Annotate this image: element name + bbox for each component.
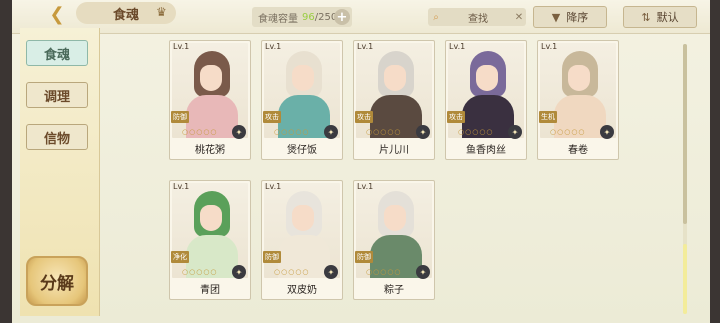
character-name: 桃花粥 xyxy=(195,145,225,156)
character-art xyxy=(172,183,248,278)
character-portrait xyxy=(448,43,524,138)
swap-icon: ⇅ xyxy=(641,10,651,24)
character-name: 粽子 xyxy=(384,285,404,296)
scrollbar[interactable] xyxy=(683,44,687,314)
character-portrait xyxy=(356,183,432,278)
character-art xyxy=(264,43,340,138)
clear-icon[interactable]: ✕ xyxy=(512,12,526,23)
element-badge-icon: ✦ xyxy=(416,125,430,139)
sort-order-button[interactable]: ▼ 降序 xyxy=(533,6,607,28)
star-rating: ○○○○○ xyxy=(458,128,494,136)
role-tag: 攻击 xyxy=(355,111,373,123)
element-badge-icon: ✦ xyxy=(232,265,246,279)
level-label: Lv.1 xyxy=(173,42,190,51)
sort-down-icon: ▼ xyxy=(551,10,561,24)
character-portrait xyxy=(264,183,340,278)
role-tag: 防御 xyxy=(171,111,189,123)
star-rating: ○○○○○ xyxy=(274,268,310,276)
tab-food-soul[interactable]: 食魂 xyxy=(26,40,88,66)
character-name: 煲仔饭 xyxy=(287,145,317,156)
role-tag: 攻击 xyxy=(263,111,281,123)
role-tag: 防御 xyxy=(355,251,373,263)
star-rating: ○○○○○ xyxy=(274,128,310,136)
character-name: 春卷 xyxy=(568,145,588,156)
level-label: Lv.1 xyxy=(173,182,190,191)
star-rating: ○○○○○ xyxy=(366,128,402,136)
level-label: Lv.1 xyxy=(357,42,374,51)
level-label: Lv.1 xyxy=(449,42,466,51)
character-card[interactable]: Lv.1 攻击 ○○○○○ ✦ 片儿川 xyxy=(353,40,435,160)
element-badge-icon: ✦ xyxy=(416,265,430,279)
sort-mode-label: 默认 xyxy=(656,11,679,24)
character-portrait xyxy=(264,43,340,138)
top-bar: ❮ 食魂 ♛ 食魂容量 96 / 250 + ⌕ 查找 ✕ ▼ 降序 ⇅ 默认 xyxy=(12,0,710,34)
character-name: 鱼香肉丝 xyxy=(466,145,506,156)
search-placeholder: 查找 xyxy=(468,13,488,25)
character-card[interactable]: Lv.1 防御 ○○○○○ ✦ 粽子 xyxy=(353,180,435,300)
sort-order-label: 降序 xyxy=(566,11,589,24)
sort-mode-button[interactable]: ⇅ 默认 xyxy=(623,6,697,28)
role-tag: 净化 xyxy=(171,251,189,263)
character-art xyxy=(448,43,524,138)
crown-icon[interactable]: ♛ xyxy=(156,5,172,19)
capacity-current: 96 xyxy=(302,11,315,23)
element-badge-icon: ✦ xyxy=(232,125,246,139)
search-icon: ⌕ xyxy=(433,11,439,23)
character-name: 双皮奶 xyxy=(287,285,317,296)
element-badge-icon: ✦ xyxy=(508,125,522,139)
search-input[interactable]: ⌕ 查找 ✕ xyxy=(428,8,526,26)
element-badge-icon: ✦ xyxy=(600,125,614,139)
character-card[interactable]: Lv.1 生机 ○○○○○ ✦ 春卷 xyxy=(537,40,619,160)
star-rating: ○○○○○ xyxy=(550,128,586,136)
role-tag: 防御 xyxy=(263,251,281,263)
character-portrait xyxy=(540,43,616,138)
scrollbar-highlight xyxy=(683,244,687,314)
character-portrait xyxy=(172,43,248,138)
character-card[interactable]: Lv.1 净化 ○○○○○ ✦ 青团 xyxy=(169,180,251,300)
back-button[interactable]: ❮ xyxy=(42,2,72,26)
left-frame xyxy=(0,0,12,323)
capacity-display: 食魂容量 96 / 250 + xyxy=(252,7,352,27)
tab-tokens[interactable]: 信物 xyxy=(26,124,88,150)
character-card[interactable]: Lv.1 攻击 ○○○○○ ✦ 煲仔饭 xyxy=(261,40,343,160)
role-tag: 攻击 xyxy=(447,111,465,123)
character-name: 青团 xyxy=(200,285,220,296)
character-card[interactable]: Lv.1 防御 ○○○○○ ✦ 双皮奶 xyxy=(261,180,343,300)
character-portrait xyxy=(356,43,432,138)
character-art xyxy=(172,43,248,138)
right-frame xyxy=(710,0,720,323)
tab-conditioning[interactable]: 调理 xyxy=(26,82,88,108)
decompose-button[interactable]: 分解 xyxy=(26,256,88,306)
element-badge-icon: ✦ xyxy=(324,265,338,279)
level-label: Lv.1 xyxy=(357,182,374,191)
level-label: Lv.1 xyxy=(265,182,282,191)
back-arrow-icon: ❮ xyxy=(49,3,65,25)
character-art xyxy=(540,43,616,138)
character-art xyxy=(356,183,432,278)
element-badge-icon: ✦ xyxy=(324,125,338,139)
character-name: 片儿川 xyxy=(379,145,409,156)
star-rating: ○○○○○ xyxy=(366,268,402,276)
star-rating: ○○○○○ xyxy=(182,128,218,136)
character-card[interactable]: Lv.1 攻击 ○○○○○ ✦ 鱼香肉丝 xyxy=(445,40,527,160)
scrollbar-thumb[interactable] xyxy=(683,44,687,224)
capacity-label: 食魂容量 xyxy=(258,13,298,25)
character-portrait xyxy=(172,183,248,278)
character-art xyxy=(356,43,432,138)
character-art xyxy=(264,183,340,278)
add-capacity-button[interactable]: + xyxy=(334,9,350,25)
star-rating: ○○○○○ xyxy=(182,268,218,276)
character-card[interactable]: Lv.1 防御 ○○○○○ ✦ 桃花粥 xyxy=(169,40,251,160)
level-label: Lv.1 xyxy=(265,42,282,51)
level-label: Lv.1 xyxy=(541,42,558,51)
role-tag: 生机 xyxy=(539,111,557,123)
